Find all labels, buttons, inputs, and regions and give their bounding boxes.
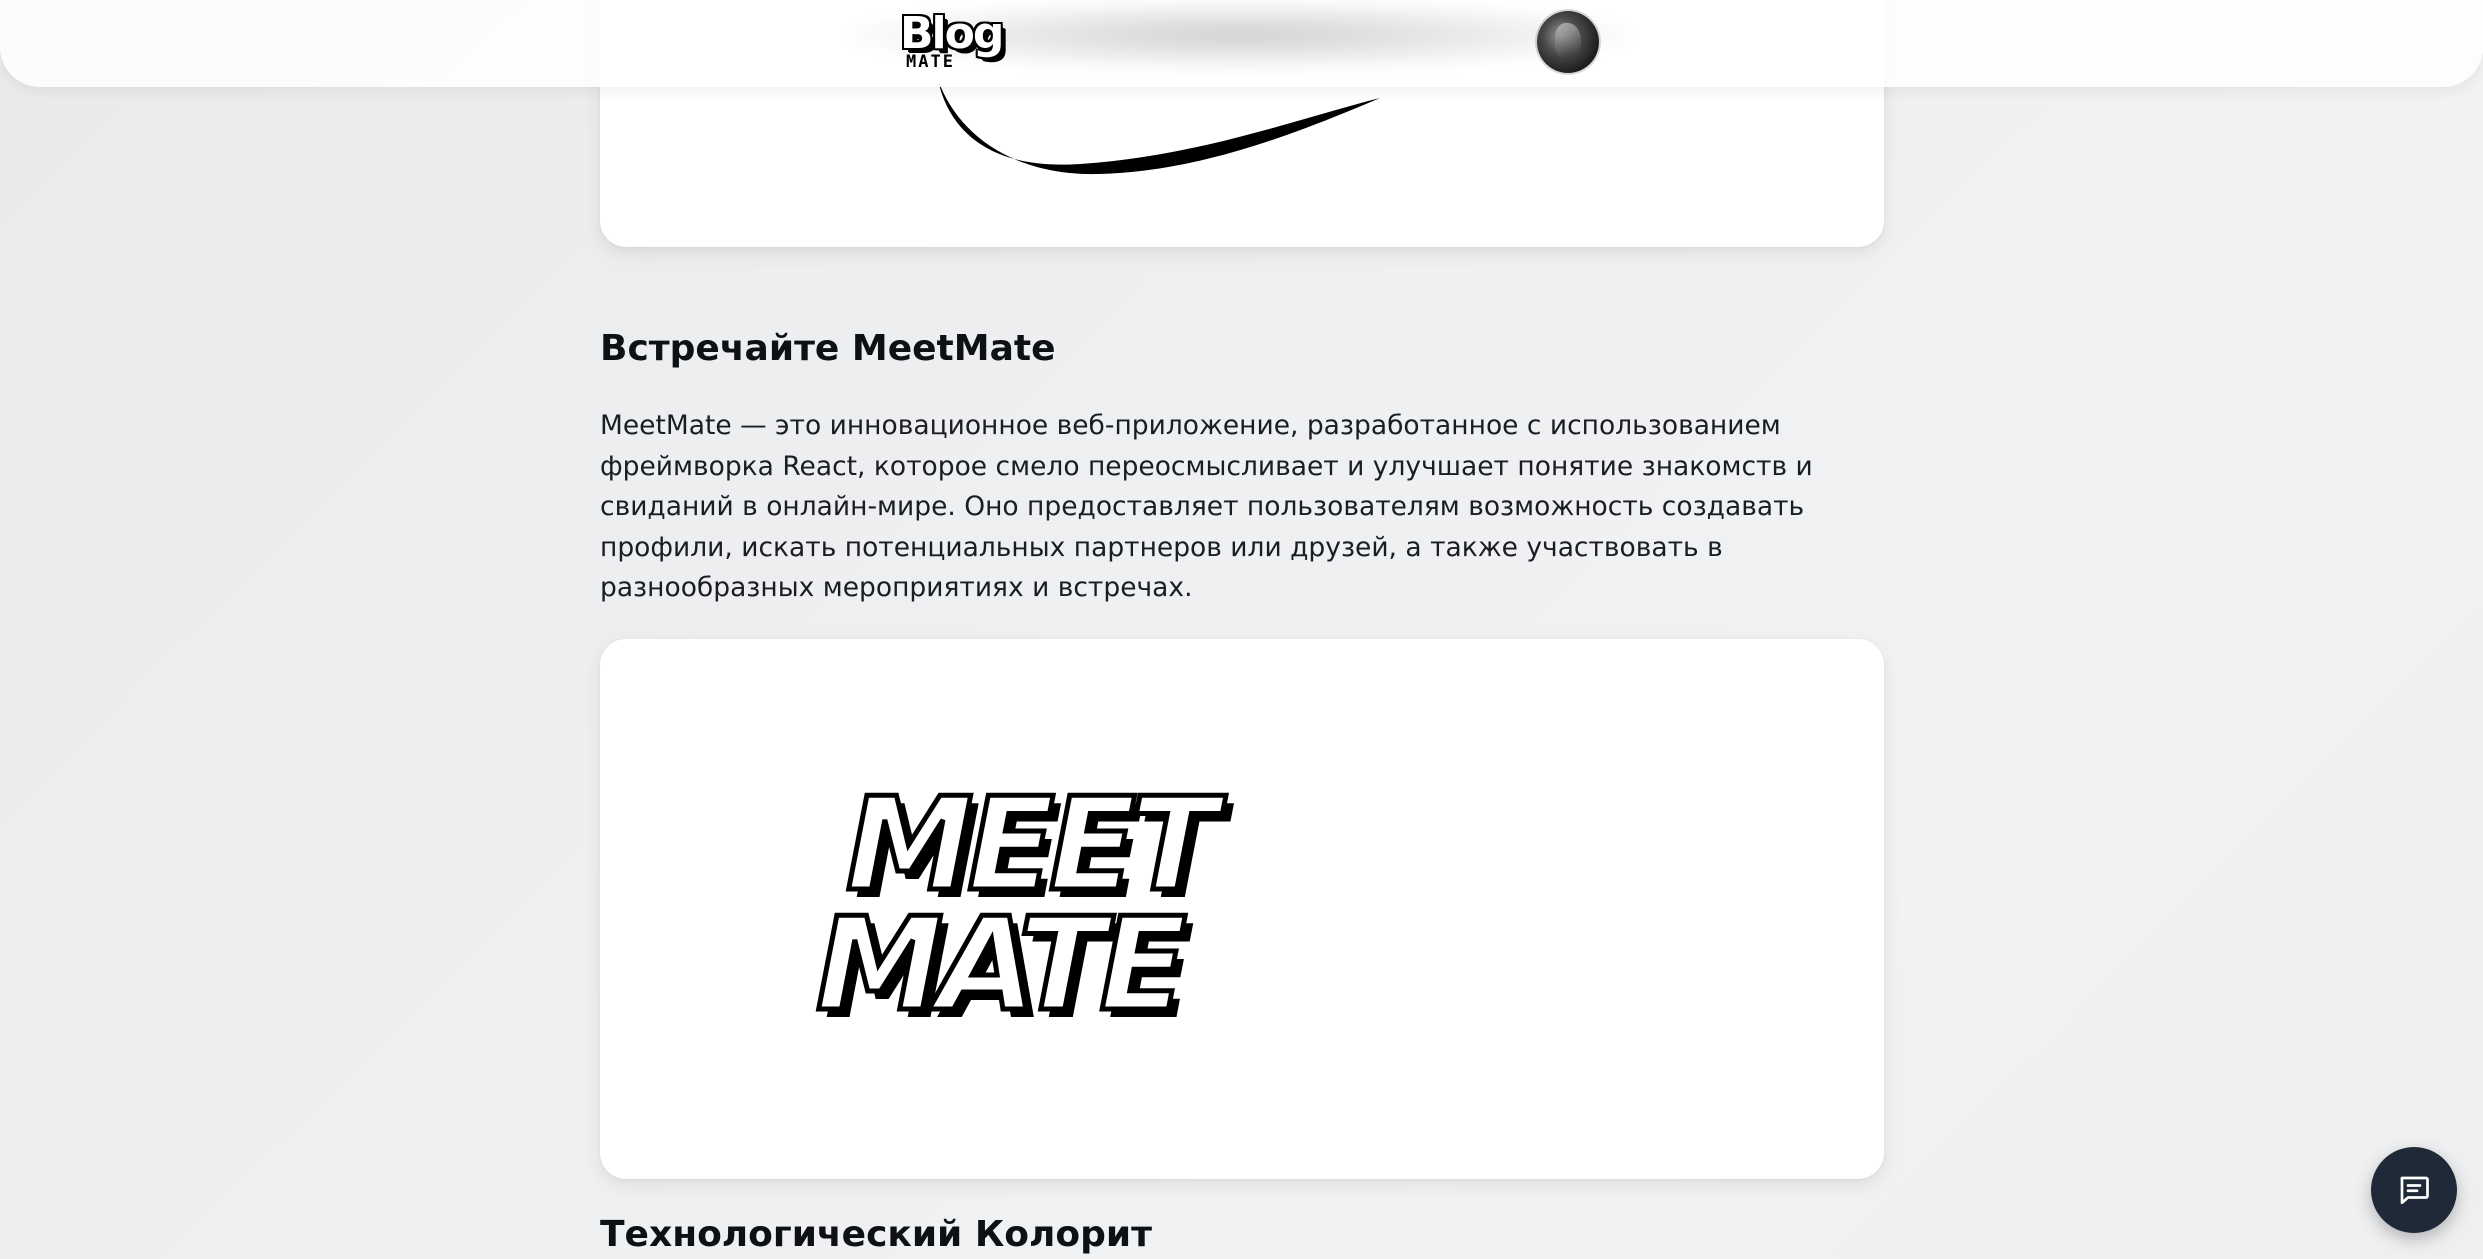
- section-paragraph: MeetMate — это инновационное веб-приложе…: [600, 410, 1813, 603]
- avatar-image: [1555, 23, 1581, 59]
- user-avatar[interactable]: [1537, 11, 1599, 73]
- logo-sub-text: MATE: [906, 52, 955, 72]
- section-heading-2: Технологический Колорит: [600, 1214, 1152, 1255]
- chat-button[interactable]: [2371, 1147, 2457, 1233]
- meetmate-logo-line-2: MATE: [816, 891, 1186, 1040]
- meetmate-logo-image: MEET MEET MATE MATE: [814, 769, 1241, 1048]
- blogmate-logo[interactable]: Blog MATE: [900, 10, 1018, 74]
- meetmate-image-card: MEET MEET MATE MATE: [600, 639, 1884, 1179]
- section-heading: Встречайте MeetMate: [600, 328, 1056, 369]
- top-navbar: Blog MATE: [0, 0, 2483, 87]
- logo-main-text: Blog: [900, 8, 1004, 59]
- chat-icon: [2400, 1176, 2429, 1205]
